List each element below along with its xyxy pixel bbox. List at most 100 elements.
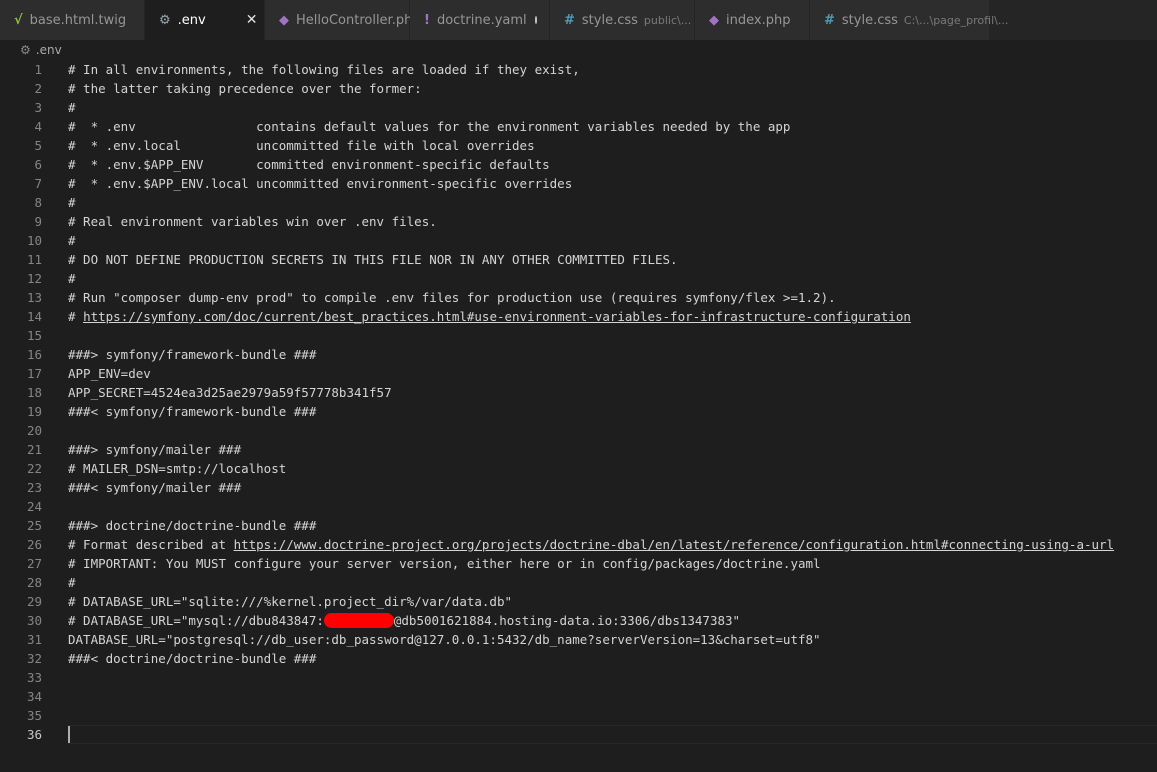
code-line[interactable]: 29 # DATABASE_URL="sqlite:///%kernel.proj… [0, 592, 512, 611]
code-line[interactable]: 25 ###> doctrine/doctrine-bundle ### [0, 516, 316, 535]
code-line[interactable]: 19 ###< symfony/framework-bundle ### [0, 402, 316, 421]
code-line[interactable]: 13 # Run "composer dump-env prod" to comp… [0, 288, 836, 307]
line-number: 34 [26, 689, 42, 704]
tab-path-hint: public\... [643, 13, 692, 27]
code-text: # IMPORTANT: You MUST configure your ser… [68, 556, 821, 571]
line-number: 29 [26, 594, 42, 609]
line-content: # * .env.local uncommitted file with loc… [68, 138, 535, 153]
line-content: # [68, 575, 76, 590]
tab-3[interactable]: ◆ HelloController.php [265, 0, 421, 40]
line-number: 14 [26, 309, 42, 324]
tab-label: .env [177, 12, 206, 28]
code-editor[interactable]: 1 # In all environments, the following fi… [0, 60, 1157, 772]
line-number: 15 [26, 328, 42, 343]
code-text: # DO NOT DEFINE PRODUCTION SECRETS IN TH… [68, 252, 678, 267]
line-content: # * .env contains default values for the… [68, 119, 790, 134]
code-line[interactable]: 33 [0, 668, 68, 687]
line-number: 19 [26, 404, 42, 419]
url-link[interactable]: https://www.doctrine-project.org/project… [234, 537, 1115, 552]
code-line[interactable]: 23 ###< symfony/mailer ### [0, 478, 241, 497]
line-number: 30 [26, 613, 42, 628]
code-line[interactable]: 2 # the latter taking precedence over the… [0, 79, 422, 98]
code-line[interactable]: 11 # DO NOT DEFINE PRODUCTION SECRETS IN … [0, 250, 678, 269]
code-line[interactable]: 30 # DATABASE_URL="mysql://dbu843847: @db5… [0, 611, 740, 630]
line-content: # DATABASE_URL="mysql://dbu843847: @db500… [68, 613, 740, 628]
tab-2[interactable]: ⚙ .env ✕ [145, 0, 265, 40]
code-text: # [68, 233, 76, 248]
line-content: ###> symfony/framework-bundle ### [68, 347, 316, 362]
code-line[interactable]: 28 # [0, 573, 76, 592]
line-number: 33 [26, 670, 42, 685]
code-line[interactable]: 7 # * .env.$APP_ENV.local uncommitted env… [0, 174, 572, 193]
line-number: 31 [26, 632, 42, 647]
code-text: @db5001621884.hosting-data.io:3306/dbs13… [393, 613, 741, 628]
code-line[interactable]: 9 # Real environment variables win over .… [0, 212, 436, 231]
code-line[interactable]: 27 # IMPORTANT: You MUST configure your s… [0, 554, 821, 573]
code-line[interactable]: 34 [0, 687, 68, 706]
tab-6[interactable]: ◆ index.php [695, 0, 810, 40]
line-number: 32 [26, 651, 42, 666]
code-line[interactable]: 32 ###< doctrine/doctrine-bundle ### [0, 649, 316, 668]
code-line[interactable]: 1 # In all environments, the following fi… [0, 60, 579, 79]
css-hash-icon: # [824, 12, 835, 28]
php-elephant-icon: ◆ [709, 12, 719, 28]
line-number: 3 [34, 100, 42, 115]
code-text: # [68, 271, 76, 286]
code-line[interactable]: 36 [0, 725, 70, 744]
line-number: 1 [34, 62, 42, 77]
line-number: 20 [26, 423, 42, 438]
breadcrumb[interactable]: ⚙ .env [0, 40, 1157, 60]
gear-icon: ⚙ [20, 43, 31, 57]
code-line[interactable]: 16 ###> symfony/framework-bundle ### [0, 345, 316, 364]
code-line[interactable]: 4 # * .env contains default values for th… [0, 117, 790, 136]
tab-1[interactable]: √ base.html.twig [0, 0, 145, 40]
gear-icon: ⚙ [159, 12, 171, 28]
code-text: # MAILER_DSN=smtp://localhost [68, 461, 287, 476]
close-icon[interactable]: ✕ [246, 12, 258, 28]
line-number: 22 [26, 461, 42, 476]
line-number: 36 [26, 727, 42, 742]
line-number: 2 [34, 81, 42, 96]
code-line[interactable]: 6 # * .env.$APP_ENV committed environment… [0, 155, 549, 174]
code-line[interactable]: 3 # [0, 98, 75, 117]
code-line[interactable]: 20 [0, 421, 68, 440]
line-number: 17 [26, 366, 42, 381]
tab-label: index.php [726, 12, 791, 28]
code-text: # the latter taking precedence over the … [68, 81, 422, 96]
code-text: # * .env contains default values for the… [68, 119, 791, 134]
tab-4[interactable]: ! doctrine.yaml [410, 0, 550, 40]
code-line[interactable]: 5 # * .env.local uncommitted file with lo… [0, 136, 535, 155]
code-line[interactable]: 15 [0, 326, 68, 345]
url-link[interactable]: https://symfony.com/doc/current/best_pra… [83, 309, 911, 324]
line-number: 7 [34, 176, 42, 191]
code-line[interactable]: 24 [0, 497, 68, 516]
text-cursor [68, 726, 70, 743]
line-content: DATABASE_URL="postgresql://db_user:db_pa… [68, 632, 821, 647]
tab-bar: √ base.html.twig ⚙ .env ✕ ◆ HelloController.ph… [0, 0, 1157, 40]
line-number: 9 [34, 214, 42, 229]
php-elephant-icon: ◆ [279, 12, 289, 28]
code-line[interactable]: 22 # MAILER_DSN=smtp://localhost [0, 459, 286, 478]
code-line[interactable]: 26 # Format described at https://www.doct… [0, 535, 1114, 554]
code-line[interactable]: 31 DATABASE_URL="postgresql://db_user:db_… [0, 630, 821, 649]
code-line[interactable]: 12 # [0, 269, 76, 288]
code-text: ###> symfony/framework-bundle ### [68, 347, 317, 362]
code-line[interactable]: 18 APP_SECRET=4524ea3d25ae2979a59f57778b3… [0, 383, 392, 402]
code-line[interactable]: 8 # [0, 193, 75, 212]
line-number: 28 [26, 575, 42, 590]
unsaved-dot-icon[interactable] [534, 16, 537, 24]
code-line[interactable]: 35 [0, 706, 68, 725]
line-content: ###< symfony/framework-bundle ### [68, 404, 316, 419]
code-text: ###< symfony/mailer ### [68, 480, 242, 495]
tab-label: HelloController.php [296, 12, 421, 28]
code-text: ###> symfony/mailer ### [68, 442, 242, 457]
code-line[interactable]: 14 # https://symfony.com/doc/current/best… [0, 307, 911, 326]
code-line[interactable]: 21 ###> symfony/mailer ### [0, 440, 241, 459]
line-number: 11 [26, 252, 42, 267]
code-line[interactable]: 10 # [0, 231, 76, 250]
line-number: 21 [26, 442, 42, 457]
tab-7[interactable]: # style.css C:\...\page_profil\... [810, 0, 1008, 40]
code-line[interactable]: 17 APP_ENV=dev [0, 364, 151, 383]
tab-5[interactable]: # style.css public\... [550, 0, 695, 40]
line-content: # [68, 271, 76, 286]
